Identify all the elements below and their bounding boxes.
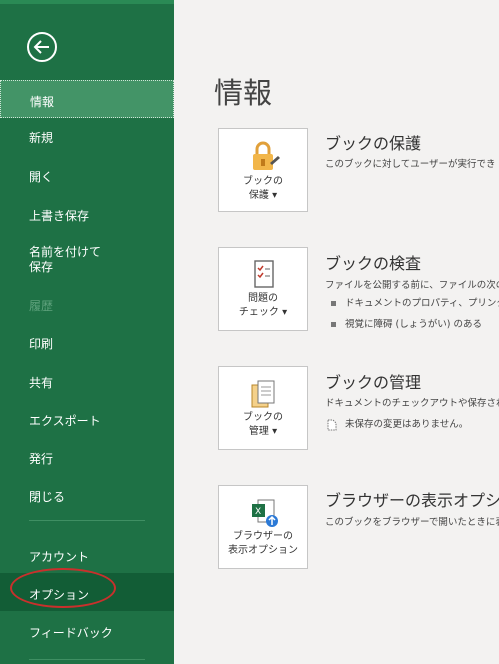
nav-history-label: 履歴 — [29, 299, 54, 313]
nav-save-label: 上書き保存 — [29, 209, 90, 223]
nav-export-label: エクスポート — [29, 414, 101, 428]
browser-tile-label-1: ブラウザーの — [233, 531, 293, 542]
manage-section-title: ブックの管理 — [325, 373, 422, 392]
checklist-icon — [254, 260, 274, 288]
inspect-section-desc: ファイルを公開する前に、ファイルの次の — [325, 280, 499, 291]
check-tile-label-1: 問題の — [248, 293, 278, 304]
browser-tile-label-2: 表示オプション — [228, 545, 298, 556]
browser-section-title: ブラウザーの表示オプシ — [325, 491, 499, 510]
nav-publish[interactable]: 発行 — [0, 450, 174, 467]
nav-save-as[interactable]: 名前を付けて 保存 — [0, 245, 174, 275]
nav-info-label: 情報 — [30, 95, 55, 109]
manage-tile-label-1: ブックの — [243, 412, 283, 423]
page-title: 情報 — [214, 76, 273, 110]
manage-section-desc: ドキュメントのチェックアウトや保存されて — [325, 398, 499, 409]
check-issues-button[interactable]: 問題の チェック ▾ — [218, 247, 308, 331]
nav-print[interactable]: 印刷 — [0, 335, 174, 352]
nav-close[interactable]: 閉じる — [0, 488, 174, 505]
nav-history: 履歴 — [0, 297, 174, 314]
nav-save[interactable]: 上書き保存 — [0, 207, 174, 224]
nav-open-label: 開く — [29, 170, 54, 184]
back-arrow-icon[interactable] — [27, 32, 57, 62]
excel-browser-icon: X — [252, 499, 278, 527]
manage-note: 未保存の変更はありません。 — [327, 416, 468, 431]
sidebar-top-border — [0, 0, 174, 4]
sidebar-divider — [29, 520, 145, 521]
sidebar-divider-bottom — [29, 659, 145, 660]
nav-save-as-label-1: 名前を付けて — [29, 245, 102, 259]
protect-tile-label-2: 保護 ▾ — [248, 190, 278, 201]
nav-export[interactable]: エクスポート — [0, 412, 174, 429]
nav-account[interactable]: アカウント — [0, 548, 174, 565]
nav-new-label: 新規 — [29, 131, 54, 145]
manage-workbook-button[interactable]: ブックの 管理 ▾ — [218, 366, 308, 450]
nav-info[interactable]: 情報 — [0, 80, 174, 118]
manage-tile-label-2: 管理 ▾ — [248, 426, 278, 437]
protect-section-desc: このブックに対してユーザーが実行でき — [325, 159, 496, 170]
nav-save-as-label-2: 保存 — [29, 260, 54, 274]
protect-tile-label-1: ブックの — [243, 176, 283, 187]
manage-workbook-icon — [251, 380, 275, 408]
inspect-bullet-1: ドキュメントのプロパティ、プリンター — [331, 295, 499, 309]
lock-icon — [253, 141, 280, 170]
nav-close-label: 閉じる — [29, 490, 66, 504]
nav-new[interactable]: 新規 — [0, 129, 174, 146]
browser-section-desc: このブックをブラウザーで開いたときに表 — [325, 517, 499, 528]
nav-print-label: 印刷 — [29, 337, 54, 351]
document-icon — [327, 419, 337, 430]
annotation-circle — [10, 568, 116, 608]
nav-feedback[interactable]: フィードバック — [0, 624, 174, 641]
nav-feedback-label: フィードバック — [29, 626, 113, 640]
svg-text:X: X — [255, 507, 261, 517]
inspect-bullet-2: 視覚に障碍 (しょうがい) のある — [331, 316, 482, 330]
protect-section-title: ブックの保護 — [325, 134, 422, 153]
nav-share-label: 共有 — [29, 376, 54, 390]
protect-workbook-button[interactable]: ブックの 保護 ▾ — [218, 128, 308, 212]
browser-view-options-button[interactable]: X ブラウザーの 表示オプション — [218, 485, 308, 569]
nav-publish-label: 発行 — [29, 452, 54, 466]
inspect-section-title: ブックの検査 — [325, 254, 422, 273]
backstage-sidebar: 情報 新規 開く 上書き保存 名前を付けて 保存 履歴 印刷 共有 エクスポート… — [0, 0, 174, 664]
nav-open[interactable]: 開く — [0, 168, 174, 185]
nav-share[interactable]: 共有 — [0, 374, 174, 391]
backstage-main: 情報 ブックの 保護 ▾ ブックの保護 このブックに対してユーザーが実行でき 問… — [174, 0, 499, 664]
check-tile-label-2: チェック ▾ — [238, 307, 288, 318]
nav-account-label: アカウント — [29, 550, 90, 564]
